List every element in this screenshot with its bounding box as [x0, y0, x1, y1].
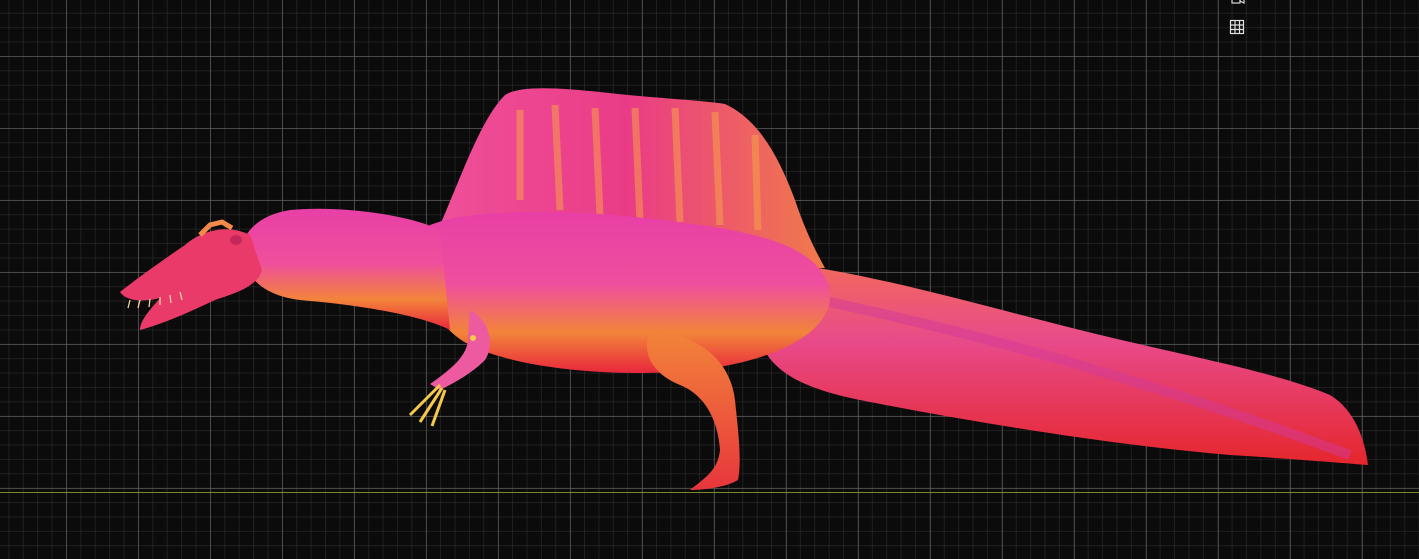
camera-icon[interactable]: [1229, 0, 1247, 9]
3d-viewport[interactable]: [0, 0, 1419, 559]
grid-toggle-icon[interactable]: [1228, 18, 1246, 36]
spinosaurus-model[interactable]: [0, 0, 1419, 559]
head: [120, 229, 262, 330]
neck: [240, 208, 450, 330]
